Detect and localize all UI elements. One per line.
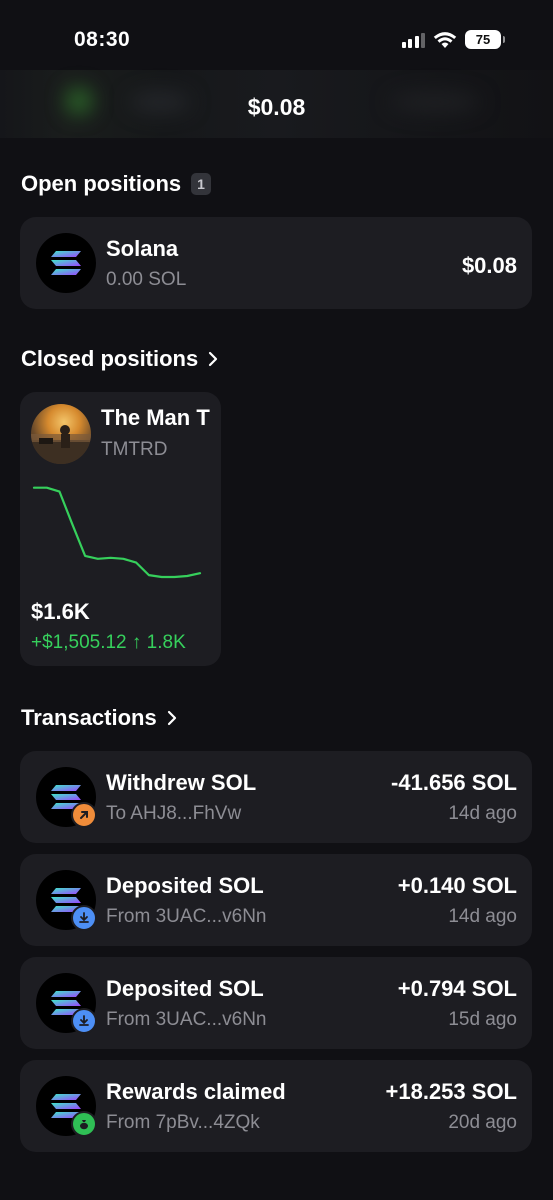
sparkline-line — [32, 486, 202, 579]
solana-icon — [36, 233, 96, 293]
total-balance: $0.08 — [247, 94, 306, 120]
closed-positions-header[interactable]: Closed positions — [21, 346, 218, 372]
transaction-title: Deposited SOL — [106, 873, 264, 898]
solana-logo-icon — [51, 251, 81, 275]
transaction-amount: +0.794 SOL — [397, 976, 517, 1001]
money-bag-icon — [71, 1111, 97, 1137]
position-row-solana[interactable]: Solana 0.00 SOL $0.08 — [20, 217, 532, 309]
download-icon — [71, 905, 97, 931]
open-positions-header: Open positions 1 — [21, 171, 211, 197]
position-name: Solana — [106, 236, 179, 261]
transaction-time: 14d ago — [448, 906, 517, 927]
transaction-time: 15d ago — [448, 1009, 517, 1030]
open-positions-count: 1 — [191, 173, 211, 195]
transaction-amount: +0.140 SOL — [397, 873, 517, 898]
chevron-right-icon — [209, 351, 218, 367]
transaction-title: Withdrew SOL — [106, 770, 257, 795]
cellular-signal-icon — [401, 32, 425, 48]
download-icon — [71, 1008, 97, 1034]
transactions-title: Transactions — [21, 705, 157, 730]
transaction-amount: +18.253 SOL — [385, 1079, 517, 1104]
status-icons: 75 — [401, 30, 505, 49]
transaction-row[interactable]: Deposited SOL From 3UAC...v6Nn +0.140 SO… — [20, 854, 532, 946]
transaction-row[interactable]: Withdrew SOL To AHJ8...FhVw -41.656 SOL … — [20, 751, 532, 843]
transaction-address: From 7pBv...4ZQk — [106, 1112, 260, 1133]
transaction-row[interactable]: Deposited SOL From 3UAC...v6Nn +0.794 SO… — [20, 957, 532, 1049]
transaction-time: 14d ago — [448, 803, 517, 824]
position-amount: 0.00 SOL — [106, 269, 187, 290]
status-time: 08:30 — [74, 28, 131, 51]
open-positions-title: Open positions — [21, 171, 182, 196]
transactions-header[interactable]: Transactions — [21, 705, 177, 731]
transaction-address: From 3UAC...v6Nn — [106, 1009, 267, 1030]
transaction-amount: -41.656 SOL — [391, 770, 517, 795]
token-value: $1.6K — [31, 599, 90, 624]
transaction-address: To AHJ8...FhVw — [106, 803, 242, 824]
closed-positions-title: Closed positions — [21, 346, 199, 371]
wifi-icon — [433, 31, 457, 48]
price-sparkline — [32, 486, 202, 579]
arrow-up-right-icon — [71, 802, 97, 828]
transaction-address: From 3UAC...v6Nn — [106, 906, 267, 927]
battery-level: 75 — [475, 32, 491, 47]
transaction-title: Deposited SOL — [106, 976, 264, 1001]
chevron-right-icon — [167, 710, 176, 726]
token-symbol: TMTRD — [101, 439, 168, 460]
token-image — [31, 425, 91, 464]
token-pnl: +$1,505.12 ↑ 1.8K — [31, 632, 186, 653]
transaction-title: Rewards claimed — [106, 1079, 286, 1104]
transaction-row[interactable]: Rewards claimed From 7pBv...4ZQk +18.253… — [20, 1060, 532, 1152]
closed-position-card[interactable]: The Man T TMTRD $1.6K +$1,505.12 ↑ 1.8K — [20, 392, 221, 666]
battery-icon: 75 — [465, 30, 505, 49]
transaction-time: 20d ago — [448, 1112, 517, 1133]
token-avatar — [31, 404, 91, 464]
status-bar: 08:30 75 — [0, 0, 553, 80]
token-name: The Man T — [101, 405, 210, 430]
position-value: $0.08 — [461, 253, 517, 278]
